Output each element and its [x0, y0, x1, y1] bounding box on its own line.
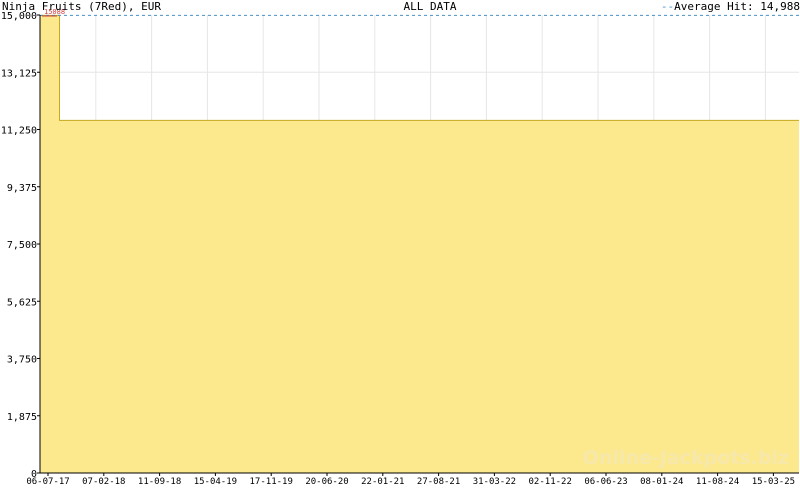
area-fill: [40, 15, 799, 474]
x-tick-label: 02-11-22: [529, 477, 572, 487]
x-tick-label: 20-06-20: [305, 477, 348, 487]
x-tick-label: 11-08-24: [696, 477, 739, 487]
x-tick-label: 15-03-25: [752, 477, 795, 487]
y-tick-label: 13,125: [1, 68, 37, 79]
x-tick-label: 11-09-18: [138, 477, 181, 487]
series-line: [40, 14, 799, 121]
jackpot-chart: 1508801,8753,7505,6257,5009,37511,25013,…: [1, 8, 799, 487]
y-tick-label: 1,875: [7, 412, 37, 423]
average-legend-label: Average Hit: 14,988: [674, 0, 800, 13]
y-tick-label: 11,250: [1, 126, 37, 137]
x-tick-label: 31-03-22: [473, 477, 516, 487]
y-tick-label: 9,375: [7, 183, 37, 194]
x-tick-label: 06-07-17: [26, 477, 69, 487]
y-tick-label: 7,500: [7, 240, 37, 251]
x-tick-label: 27-08-21: [417, 477, 460, 487]
x-tick-label: 15-04-19: [194, 477, 237, 487]
x-tick-label: 08-01-24: [640, 477, 683, 487]
watermark: Online-Jackpots.biz: [582, 447, 789, 469]
y-tick-label: 3,750: [7, 355, 37, 366]
y-tick-label: 5,625: [7, 297, 37, 308]
x-tick-label: 07-02-18: [82, 477, 125, 487]
average-legend-swatch: --: [660, 0, 675, 13]
x-tick-label: 17-11-19: [250, 477, 293, 487]
average-legend: --Average Hit: 14,988: [661, 0, 800, 14]
x-tick-label: 06-06-23: [584, 477, 627, 487]
x-tick-label: 22-01-21: [361, 477, 404, 487]
